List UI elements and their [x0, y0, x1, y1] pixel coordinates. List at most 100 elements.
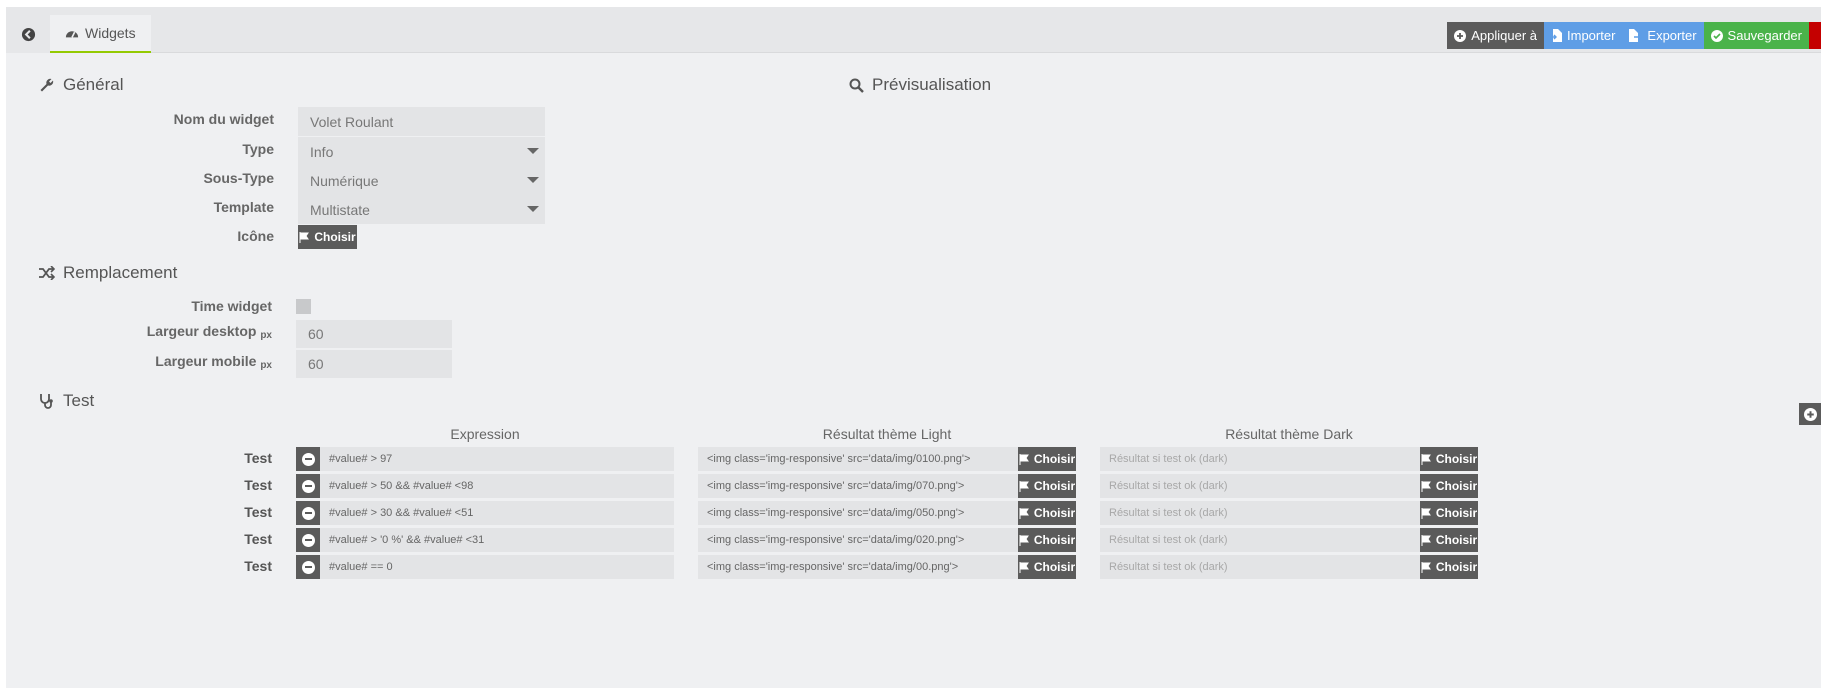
expression-input[interactable]: #value# > 30 && #value# <51 — [320, 501, 674, 525]
choose-label: Choisir — [1435, 452, 1478, 466]
choose-label: Choisir — [1435, 479, 1478, 493]
column-expression: Expression — [450, 426, 520, 442]
caret-down-icon — [527, 177, 539, 183]
section-test: Test — [39, 391, 94, 411]
file-import-icon — [1551, 29, 1562, 42]
light-result-input[interactable]: <img class='img-responsive' src='data/im… — [698, 528, 1018, 552]
mobile-width-label: Largeur mobile px — [116, 353, 272, 371]
expression-input[interactable]: #value# > '0 %' && #value# <31 — [320, 528, 674, 552]
icon-label: Icône — [237, 228, 274, 244]
section-test-title: Test — [63, 391, 95, 410]
section-replacement: Remplacement — [39, 263, 177, 283]
minus-circle-icon — [301, 533, 315, 547]
choose-dark-result-button[interactable]: Choisir — [1420, 555, 1478, 579]
dark-result-input[interactable]: Résultat si test ok (dark) — [1100, 501, 1420, 525]
remove-test-button[interactable] — [296, 555, 320, 579]
import-button[interactable]: Importer — [1544, 22, 1623, 49]
subtype-label: Sous-Type — [203, 170, 274, 186]
choose-label: Choisir — [1435, 560, 1478, 574]
top-bar: Widgets Appliquer à Importer Exporter Sa… — [6, 7, 1821, 53]
choose-light-result-button[interactable]: Choisir — [1018, 528, 1076, 552]
light-result-input[interactable]: <img class='img-responsive' src='data/im… — [698, 447, 1018, 471]
tab-widgets-label: Widgets — [85, 25, 136, 41]
flag-icon — [1421, 480, 1431, 492]
export-button[interactable]: Exporter — [1622, 22, 1704, 49]
column-light-result: Résultat thème Light — [822, 426, 952, 442]
subtype-select-value: Numérique — [310, 172, 379, 189]
apply-to-label: Appliquer à — [1471, 28, 1537, 43]
section-replacement-title: Remplacement — [63, 263, 178, 282]
choose-light-result-button[interactable]: Choisir — [1018, 474, 1076, 498]
choose-dark-result-button[interactable]: Choisir — [1420, 528, 1478, 552]
back-tab[interactable] — [6, 15, 50, 53]
flag-icon — [1421, 507, 1431, 519]
mobile-width-input[interactable]: 60 — [296, 350, 452, 378]
choose-dark-result-button[interactable]: Choisir — [1420, 474, 1478, 498]
dashboard-icon — [65, 31, 79, 38]
template-select[interactable]: Multistate — [298, 195, 545, 224]
widget-editor: Widgets Appliquer à Importer Exporter Sa… — [6, 7, 1821, 688]
wrench-icon — [40, 78, 54, 92]
dark-result-input[interactable]: Résultat si test ok (dark) — [1100, 474, 1420, 498]
remove-test-button[interactable] — [296, 501, 320, 525]
minus-circle-icon — [301, 452, 315, 466]
light-result-input[interactable]: <img class='img-responsive' src='data/im… — [698, 474, 1018, 498]
subtype-select[interactable]: Numérique — [298, 166, 545, 195]
choose-dark-result-button[interactable]: Choisir — [1420, 447, 1478, 471]
test-row-label: Test — [244, 531, 272, 547]
widget-name-input[interactable]: Volet Roulant — [298, 107, 545, 136]
caret-down-icon — [527, 206, 539, 212]
choose-label: Choisir — [1033, 560, 1076, 574]
stethoscope-icon — [40, 394, 53, 409]
save-button[interactable]: Sauvegarder — [1703, 22, 1809, 49]
widget-name-label: Nom du widget — [173, 111, 274, 127]
time-widget-checkbox[interactable] — [296, 299, 311, 314]
type-label: Type — [242, 141, 274, 157]
export-label: Exporter — [1647, 28, 1697, 43]
choose-light-result-button[interactable]: Choisir — [1018, 501, 1076, 525]
delete-button[interactable] — [1809, 22, 1821, 49]
choose-icon-label: Choisir — [314, 230, 356, 244]
expression-input[interactable]: #value# > 50 && #value# <98 — [320, 474, 674, 498]
light-result-input[interactable]: <img class='img-responsive' src='data/im… — [698, 501, 1018, 525]
dark-result-input[interactable]: Résultat si test ok (dark) — [1100, 447, 1420, 471]
section-general-title: Général — [63, 75, 124, 94]
add-test-button[interactable] — [1799, 403, 1821, 425]
choose-light-result-button[interactable]: Choisir — [1018, 447, 1076, 471]
tab-widgets[interactable]: Widgets — [50, 15, 151, 53]
remove-test-button[interactable] — [296, 528, 320, 552]
section-preview: Prévisualisation — [849, 75, 991, 95]
type-select[interactable]: Info — [298, 137, 545, 166]
mobile-width-label-text: Largeur mobile — [155, 353, 257, 369]
light-result-input[interactable]: <img class='img-responsive' src='data/im… — [698, 555, 1018, 579]
minus-circle-icon — [301, 506, 315, 520]
choose-icon-button[interactable]: Choisir — [298, 225, 357, 249]
remove-test-button[interactable] — [296, 447, 320, 471]
time-widget-label: Time widget — [191, 298, 272, 314]
flag-icon — [1421, 561, 1431, 573]
expression-input[interactable]: #value# == 0 — [320, 555, 674, 579]
desktop-width-input[interactable]: 60 — [296, 320, 452, 348]
test-row-label: Test — [244, 450, 272, 466]
choose-label: Choisir — [1033, 479, 1076, 493]
dark-result-input[interactable]: Résultat si test ok (dark) — [1100, 555, 1420, 579]
apply-to-button[interactable]: Appliquer à — [1447, 22, 1544, 49]
choose-label: Choisir — [1033, 452, 1076, 466]
remove-test-button[interactable] — [296, 474, 320, 498]
choose-label: Choisir — [1033, 533, 1076, 547]
choose-label: Choisir — [1033, 506, 1076, 520]
flag-icon — [299, 231, 310, 243]
random-icon — [39, 266, 55, 280]
choose-dark-result-button[interactable]: Choisir — [1420, 501, 1478, 525]
column-dark-result: Résultat thème Dark — [1225, 426, 1353, 442]
plus-circle-icon — [1803, 407, 1817, 421]
caret-down-icon — [527, 148, 539, 154]
plus-circle-icon — [1454, 29, 1467, 42]
expression-input[interactable]: #value# > 97 — [320, 447, 674, 471]
back-circle-icon — [21, 27, 35, 41]
choose-label: Choisir — [1435, 506, 1478, 520]
flag-icon — [1019, 480, 1029, 492]
choose-light-result-button[interactable]: Choisir — [1018, 555, 1076, 579]
dark-result-input[interactable]: Résultat si test ok (dark) — [1100, 528, 1420, 552]
test-row-label: Test — [244, 477, 272, 493]
